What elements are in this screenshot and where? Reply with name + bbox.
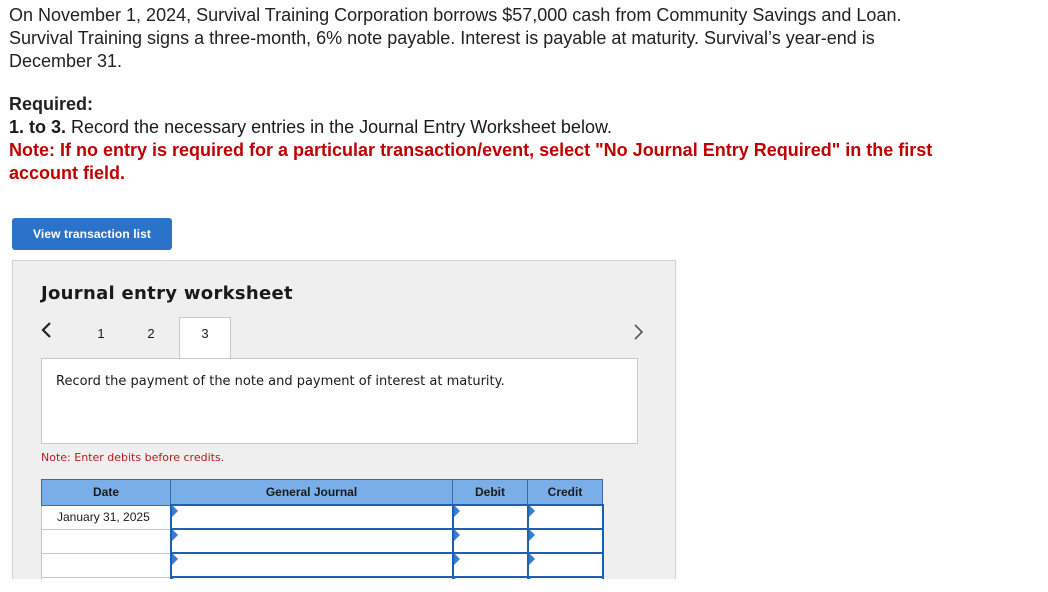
table-row [41, 576, 604, 579]
required-step: 1. to 3. Record the necessary entries in… [9, 116, 969, 139]
debit-field[interactable] [451, 576, 529, 579]
date-cell [41, 552, 171, 578]
credit-field[interactable] [526, 504, 604, 530]
account-field[interactable] [169, 504, 454, 530]
general-journal-column-header: General Journal [170, 479, 453, 506]
credit-field[interactable] [526, 528, 604, 554]
date-cell: January 31, 2025 [41, 504, 171, 530]
account-field[interactable] [169, 576, 454, 579]
date-column-header: Date [41, 479, 171, 506]
chevron-right-icon[interactable] [631, 321, 647, 343]
required-section: Required: 1. to 3. Record the necessary … [9, 93, 969, 185]
credit-field[interactable] [526, 576, 604, 579]
required-heading: Required: [9, 94, 94, 114]
debits-note: Note: Enter debits before credits. [41, 451, 225, 464]
debit-field[interactable] [451, 552, 529, 578]
step-number: 1. to 3. [9, 117, 67, 137]
debit-column-header: Debit [452, 479, 528, 506]
table-row [41, 552, 604, 578]
worksheet-title: Journal entry worksheet [41, 283, 293, 304]
tab-entry-2[interactable]: 2 [143, 319, 159, 359]
date-cell [41, 576, 171, 579]
transaction-prompt: Record the payment of the note and payme… [56, 374, 505, 389]
problem-statement: On November 1, 2024, Survival Training C… [9, 5, 902, 71]
journal-entry-worksheet: Journal entry worksheet 1 2 3 Record the… [12, 260, 676, 579]
tab-entry-3[interactable]: 3 [179, 317, 231, 360]
table-row [41, 528, 604, 554]
step-text: Record the necessary entries in the Jour… [66, 117, 612, 137]
chevron-left-icon[interactable] [39, 319, 55, 341]
required-note: Note: If no entry is required for a part… [9, 140, 933, 183]
credit-field[interactable] [526, 552, 604, 578]
view-transaction-list-button[interactable]: View transaction list [12, 218, 172, 250]
debit-field[interactable] [451, 528, 529, 554]
date-cell [41, 528, 171, 554]
account-field[interactable] [169, 552, 454, 578]
tab-entry-1[interactable]: 1 [93, 319, 109, 359]
table-row: January 31, 2025 [41, 504, 604, 530]
credit-column-header: Credit [527, 479, 603, 506]
journal-table: Date General Journal Debit Credit Januar… [41, 479, 604, 579]
account-field[interactable] [169, 528, 454, 554]
transaction-prompt-box: Record the payment of the note and payme… [41, 358, 638, 444]
debit-field[interactable] [451, 504, 529, 530]
